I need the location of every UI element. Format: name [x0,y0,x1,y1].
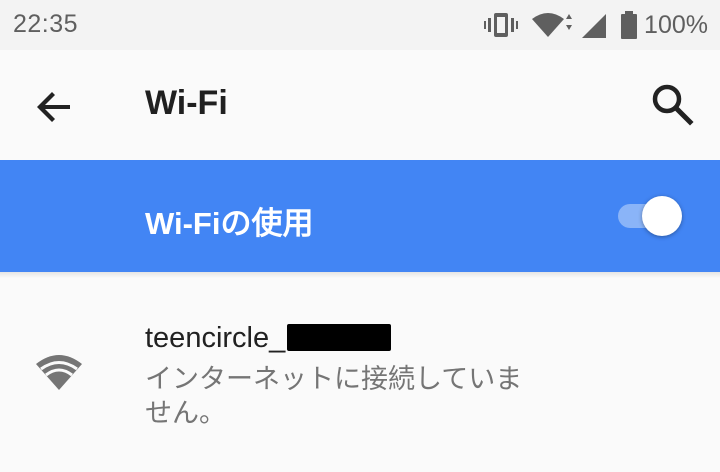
network-ssid: teencircle_ [145,322,392,355]
cell-signal-icon [582,14,607,38]
search-icon [652,84,694,126]
battery-percent: 100% [644,10,708,39]
wifi-signal-icon [36,355,82,390]
toggle-thumb [642,196,682,236]
search-button[interactable] [648,80,696,128]
battery-icon [621,11,638,39]
redaction-bar [287,324,392,351]
network-ssid-text: teencircle_ [145,322,286,354]
wifi-signal-icon [532,13,573,37]
arrow-back-icon [37,92,70,122]
toolbar: Wi-Fi [0,50,720,160]
back-button[interactable] [30,83,78,131]
status-icons: 100% [484,8,708,42]
network-status: インターネットに接続していません。 [145,364,523,428]
status-bar: 22:35 100% [0,0,720,50]
vibrate-icon [484,13,519,37]
page-title: Wi-Fi [145,84,228,122]
divider-shadow [0,272,720,278]
status-time: 22:35 [13,10,79,38]
wifi-toggle[interactable] [612,196,684,236]
wifi-master-switch-label: Wi-Fiの使用 [145,206,314,241]
network-list-item[interactable]: teencircle_ インターネットに接続していません。 [0,290,720,450]
wifi-master-switch-row[interactable]: Wi-Fiの使用 [0,160,720,272]
